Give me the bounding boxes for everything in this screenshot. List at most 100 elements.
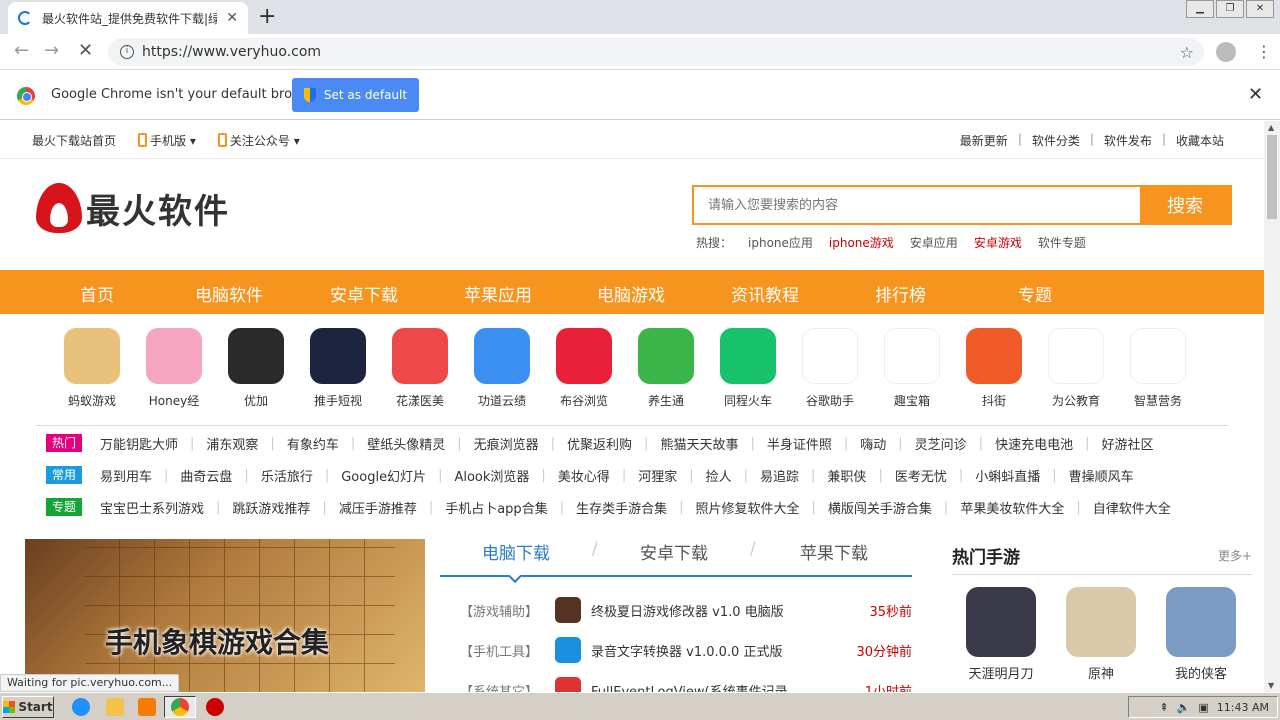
network-icon[interactable]: ▣: [1198, 701, 1208, 714]
scroll-up-arrow-icon[interactable]: ▲: [1268, 123, 1274, 132]
nav-item-android[interactable]: 安卓下载: [330, 281, 398, 306]
scroll-thumb[interactable]: [1267, 135, 1277, 219]
app-item[interactable]: 趣宝箱: [872, 328, 952, 409]
topbar-mobile-link[interactable]: 手机版 ▾: [138, 132, 196, 149]
app-item[interactable]: 蚂蚁游戏: [52, 328, 132, 409]
hot-search-item[interactable]: 软件专题: [1038, 234, 1086, 251]
app-item[interactable]: 布谷浏览: [544, 328, 624, 409]
hot-game-item[interactable]: 我的侠客: [1156, 587, 1246, 682]
chrome-taskbar-button[interactable]: [164, 696, 196, 718]
app-item[interactable]: 为公教育: [1036, 328, 1116, 409]
topbar-home-link[interactable]: 最火下载站首页: [32, 132, 116, 149]
nav-item-news[interactable]: 资讯教程: [731, 281, 799, 306]
app-item[interactable]: 同程火车: [708, 328, 788, 409]
new-tab-button[interactable]: +: [258, 4, 276, 29]
search-button[interactable]: 搜索: [1140, 187, 1230, 223]
chess-banner[interactable]: 手机象棋游戏合集: [25, 539, 425, 692]
tag-link[interactable]: 横版闯关手游合集: [828, 498, 932, 517]
tag-link[interactable]: 易追踪: [760, 466, 799, 485]
hot-search-item[interactable]: iphone游戏: [829, 234, 894, 251]
hot-search-item[interactable]: iphone应用: [748, 234, 813, 251]
nav-item-pc-software[interactable]: 电脑软件: [195, 281, 263, 306]
tag-link[interactable]: 减压手游推荐: [339, 498, 417, 517]
back-arrow-icon[interactable]: ←: [14, 40, 29, 61]
stop-app-icon[interactable]: [206, 698, 224, 716]
profile-avatar-icon[interactable]: [1216, 42, 1236, 62]
tag-link[interactable]: 美妆心得: [558, 466, 610, 485]
forward-arrow-icon[interactable]: →: [44, 40, 59, 61]
search-input[interactable]: [694, 187, 1140, 223]
tag-link[interactable]: 无痕浏览器: [474, 434, 539, 453]
tag-link[interactable]: 半身证件照: [767, 434, 832, 453]
download-category[interactable]: 【游戏辅助】: [440, 601, 555, 620]
tag-link[interactable]: 熊猫天天故事: [660, 434, 738, 453]
app-item[interactable]: 功道云绩: [462, 328, 542, 409]
app-item[interactable]: Honey经: [134, 328, 214, 409]
tag-link[interactable]: Google幻灯片: [341, 466, 426, 485]
tag-link[interactable]: 跳跃游戏推荐: [232, 498, 310, 517]
tag-link[interactable]: 好游社区: [1101, 434, 1153, 453]
tag-link[interactable]: 苹果美妆软件大全: [960, 498, 1064, 517]
topbar-latest-link[interactable]: 最新更新: [960, 132, 1008, 149]
topbar-wechat-link[interactable]: 关注公众号 ▾: [217, 132, 300, 149]
hot-search-item[interactable]: 安卓应用: [910, 234, 958, 251]
download-category[interactable]: 【手机工具】: [440, 641, 555, 660]
download-title[interactable]: FullEventLogView(系统事件记录: [591, 681, 846, 693]
tag-link[interactable]: 照片修复软件大全: [696, 498, 800, 517]
hot-game-item[interactable]: 原神: [1056, 587, 1146, 682]
close-window-button[interactable]: ✕: [1246, 0, 1274, 18]
tag-link[interactable]: 快速充电电池: [995, 434, 1073, 453]
tag-link[interactable]: 捡人: [706, 466, 732, 485]
folder-icon[interactable]: [106, 698, 124, 716]
tag-link[interactable]: 小蝌蚪直播: [975, 466, 1040, 485]
tag-link[interactable]: 曹操顺风车: [1069, 466, 1134, 485]
tag-link[interactable]: 自律软件大全: [1093, 498, 1171, 517]
start-button[interactable]: Start: [2, 696, 54, 718]
tag-link[interactable]: 优聚返利购: [567, 434, 632, 453]
topbar-favorite-link[interactable]: 收藏本站: [1176, 132, 1224, 149]
topbar-category-link[interactable]: 软件分类: [1032, 132, 1080, 149]
tag-link[interactable]: 有象约车: [287, 434, 339, 453]
restore-button[interactable]: ❐: [1216, 0, 1244, 18]
tag-link[interactable]: 乐活旅行: [261, 466, 313, 485]
tab-android-download[interactable]: 安卓下载: [640, 539, 708, 564]
app-item[interactable]: 优加: [216, 328, 296, 409]
volume-icon[interactable]: 🔈: [1177, 701, 1191, 714]
site-logo[interactable]: 最火软件: [36, 183, 230, 233]
ie-icon[interactable]: [72, 698, 90, 716]
tag-link[interactable]: 壁纸头像精灵: [367, 434, 445, 453]
browser-tab[interactable]: 最火软件站_提供免费软件下载|绿色 ✕: [8, 2, 248, 34]
site-info-icon[interactable]: i: [120, 45, 134, 59]
app-item[interactable]: 抖街: [954, 328, 1034, 409]
nav-item-apple[interactable]: 苹果应用: [464, 281, 532, 306]
nav-item-topics[interactable]: 专题: [1018, 281, 1052, 306]
app-item[interactable]: 智慧营务: [1118, 328, 1198, 409]
download-title[interactable]: 终极夏日游戏修改器 v1.0 电脑版: [591, 601, 846, 620]
tag-link[interactable]: 万能钥匙大师: [100, 434, 178, 453]
app-item[interactable]: 花漾医美: [380, 328, 460, 409]
tag-link[interactable]: 嗨动: [860, 434, 886, 453]
stop-loading-icon[interactable]: ✕: [78, 40, 93, 61]
tag-link[interactable]: 曲奇云盘: [180, 466, 232, 485]
hot-search-item[interactable]: 安卓游戏: [974, 234, 1022, 251]
download-row[interactable]: 【手机工具】 录音文字转换器 v1.0.0.0 正式版 30分钟前: [440, 635, 912, 665]
hot-game-item[interactable]: 天涯明月刀: [956, 587, 1046, 682]
tab-pc-download[interactable]: 电脑下载: [482, 539, 550, 564]
download-title[interactable]: 录音文字转换器 v1.0.0.0 正式版: [591, 641, 846, 660]
topbar-publish-link[interactable]: 软件发布: [1104, 132, 1152, 149]
tag-link[interactable]: 浦东观察: [206, 434, 258, 453]
tag-link[interactable]: 灵芝问诊: [915, 434, 967, 453]
bookmark-star-icon[interactable]: ☆: [1180, 43, 1194, 62]
tray-arrow-icon[interactable]: ⇞: [1159, 701, 1168, 714]
tag-link[interactable]: 河狸家: [638, 466, 677, 485]
nav-item-home[interactable]: 首页: [80, 281, 114, 306]
app-item[interactable]: 推手短视: [298, 328, 378, 409]
hot-games-more-link[interactable]: 更多+: [1218, 547, 1252, 564]
nav-item-ranking[interactable]: 排行榜: [875, 281, 926, 306]
chrome-menu-icon[interactable]: ⋮: [1256, 42, 1272, 61]
tag-link[interactable]: 医考无忧: [895, 466, 947, 485]
tag-link[interactable]: Alook浏览器: [454, 466, 529, 485]
scroll-down-arrow-icon[interactable]: ▼: [1268, 681, 1274, 690]
address-bar[interactable]: i https://www.veryhuo.com ☆: [108, 38, 1204, 66]
tab-apple-download[interactable]: 苹果下载: [800, 539, 868, 564]
